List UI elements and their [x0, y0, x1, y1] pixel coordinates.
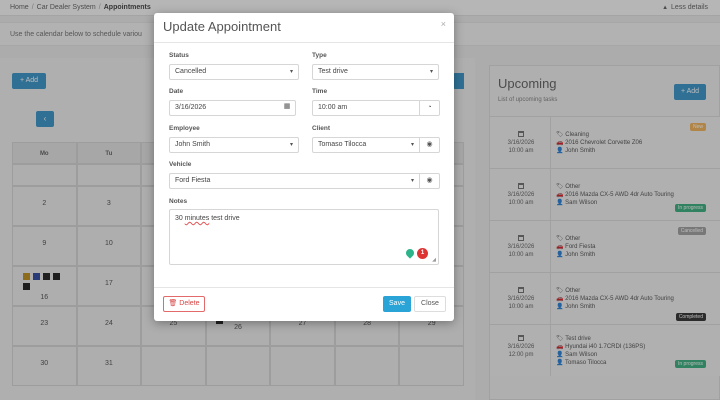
status-label: Status [169, 52, 189, 59]
chevron-down-icon: ▾ [410, 178, 414, 184]
vehicle-select[interactable]: Ford Fiesta ▾ [169, 173, 420, 189]
time-label: Time [312, 88, 328, 95]
modal-divider [154, 42, 454, 43]
date-label: Date [169, 88, 184, 95]
chevron-down-icon: ▾ [289, 69, 293, 75]
modal-divider [154, 287, 454, 288]
chevron-down-icon: ▾ [410, 142, 414, 148]
time-value: 10:00 am [318, 104, 348, 111]
delete-button[interactable]: 🗑 Delete [163, 296, 205, 312]
delete-label: Delete [179, 300, 200, 307]
notification-badge[interactable]: 1 [417, 248, 428, 259]
eye-icon[interactable]: ◉ [420, 137, 440, 153]
save-button[interactable]: Save [383, 296, 411, 312]
chevron-down-icon: ▾ [289, 142, 293, 148]
close-button[interactable]: Close [414, 296, 446, 312]
employee-label: Employee [169, 125, 200, 132]
clock-icon[interactable]: ◔ [420, 100, 440, 116]
client-select[interactable]: Tomaso Tilocca ▾ [312, 137, 420, 153]
chevron-down-icon: ▾ [429, 69, 433, 75]
vehicle-value: Ford Fiesta [175, 177, 211, 184]
resize-handle-icon[interactable]: ◢ [432, 257, 436, 263]
location-pin-icon[interactable] [404, 247, 416, 259]
employee-value: John Smith [175, 141, 211, 148]
type-select[interactable]: Test drive ▾ [312, 64, 439, 80]
status-select[interactable]: Cancelled ▾ [169, 64, 299, 80]
type-value: Test drive [318, 68, 348, 75]
calendar-icon[interactable]: ▦ [278, 100, 296, 116]
client-value: Tomaso Tilocca [318, 141, 367, 148]
vehicle-label: Vehicle [169, 161, 192, 168]
status-value: Cancelled [175, 68, 207, 75]
time-input[interactable]: 10:00 am [312, 100, 420, 116]
client-label: Client [312, 125, 331, 132]
update-appointment-modal: Update Appointment × [154, 13, 454, 321]
modal-title: Update Appointment [163, 19, 281, 34]
date-input[interactable]: 3/16/2026 [169, 100, 296, 116]
notes-label: Notes [169, 198, 188, 205]
notes-textarea[interactable]: 30 minutes test drive 1 ◢ [169, 209, 439, 265]
close-icon[interactable]: × [441, 19, 446, 29]
employee-select[interactable]: John Smith ▾ [169, 137, 299, 153]
eye-icon[interactable]: ◉ [420, 173, 440, 189]
trash-icon: 🗑 [168, 300, 178, 307]
type-label: Type [312, 52, 327, 59]
date-value: 3/16/2026 [175, 104, 207, 111]
notes-value: 30 minutes test drive [175, 215, 240, 222]
